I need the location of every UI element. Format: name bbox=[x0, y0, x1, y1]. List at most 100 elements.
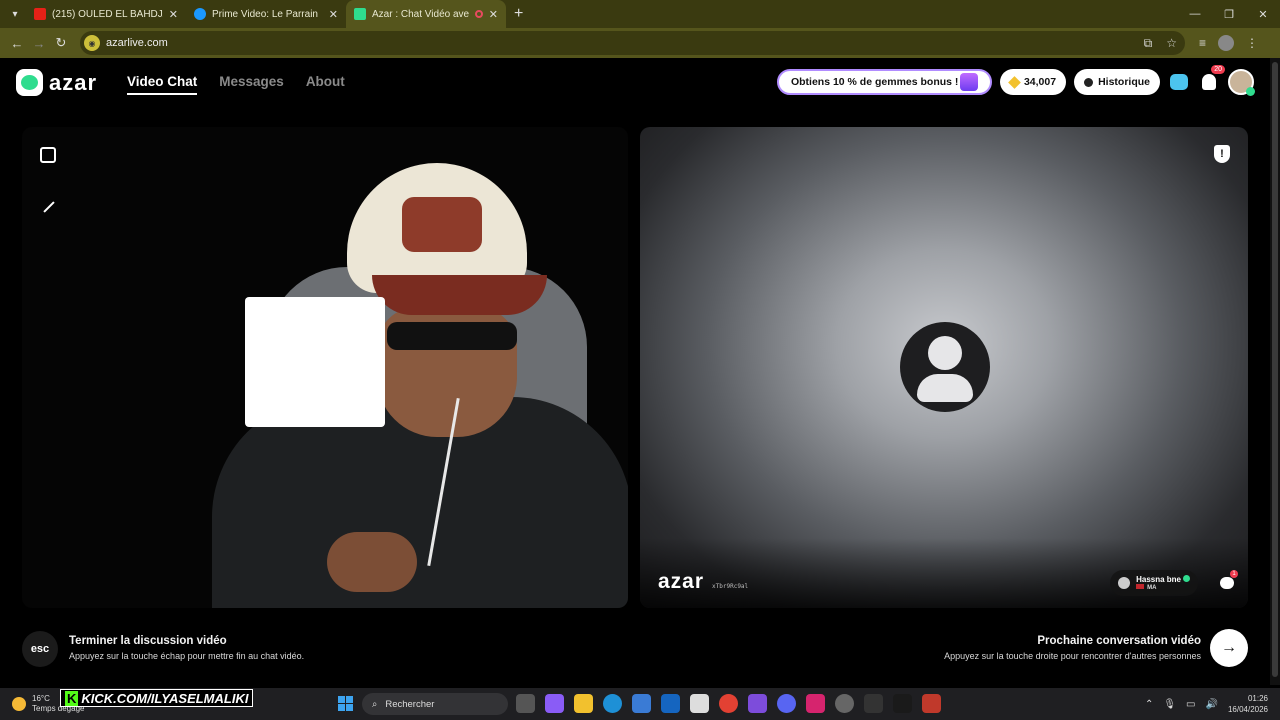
minimize-video-icon[interactable] bbox=[40, 147, 56, 163]
address-bar: ← → ↻ ◉ azarlive.com ⧉ ☆ ≡ ⋮ bbox=[0, 28, 1280, 58]
chevron-up-icon[interactable]: ⌃ bbox=[1145, 699, 1153, 710]
azar-logo-icon bbox=[16, 69, 43, 96]
tab-title: Prime Video: Le Parrain bbox=[212, 8, 318, 20]
gems-count: 34,007 bbox=[1023, 76, 1057, 88]
restore-button[interactable]: ❐ bbox=[1212, 0, 1246, 28]
stream-overlay-banner: K KICK.COM/ILYASELMALIKI bbox=[60, 689, 254, 707]
taskbar-apps bbox=[516, 694, 941, 713]
logo-text: azar bbox=[49, 69, 98, 95]
browser-tab-azar[interactable]: Azar : Chat Vidéo avec de n ✕ bbox=[346, 0, 506, 28]
face-filter-icon[interactable] bbox=[245, 297, 385, 427]
azar-icon bbox=[354, 8, 366, 20]
gem-icon bbox=[1008, 75, 1021, 89]
copilot-icon[interactable] bbox=[545, 694, 564, 713]
end-chat-subtitle: Appuyez sur la touche échap pour mettre … bbox=[69, 651, 305, 661]
profile-icon[interactable] bbox=[1218, 35, 1235, 51]
video-tools bbox=[40, 147, 385, 427]
chat-badge: 1 bbox=[1230, 570, 1238, 578]
chrome-icon[interactable] bbox=[719, 694, 738, 713]
start-button[interactable] bbox=[338, 696, 353, 711]
report-shield-icon[interactable]: ! bbox=[1214, 145, 1230, 163]
taskbar-search[interactable]: ⌕ Rechercher bbox=[362, 693, 508, 715]
minimize-button[interactable]: — bbox=[1178, 0, 1212, 28]
peer-info[interactable]: Hassna bne MA bbox=[1110, 570, 1198, 596]
edge-icon[interactable] bbox=[603, 694, 622, 713]
prime-video-icon bbox=[194, 8, 206, 20]
forward-button[interactable]: → bbox=[28, 32, 50, 54]
terminal-icon[interactable] bbox=[893, 694, 912, 713]
magic-wand-icon[interactable] bbox=[40, 199, 56, 215]
date: 16/04/2026 bbox=[1227, 705, 1268, 714]
clock[interactable]: 01:26 16/04/2026 bbox=[1228, 693, 1268, 715]
network-icon[interactable]: ▭ bbox=[1186, 699, 1195, 710]
end-chat-title: Terminer la discussion vidéo bbox=[69, 635, 227, 647]
bell-icon bbox=[1202, 74, 1216, 90]
app-icon[interactable] bbox=[864, 694, 883, 713]
main-nav: Video Chat Messages About bbox=[127, 74, 345, 95]
gems-balance-button[interactable]: 34,007 bbox=[999, 69, 1067, 95]
user-avatar[interactable] bbox=[1228, 69, 1255, 96]
promo-label: Obtiens 10 % de gemmes bonus ! bbox=[790, 76, 959, 88]
microphone-icon[interactable]: 🎙 bbox=[1163, 699, 1176, 710]
next-chat-button[interactable]: → bbox=[1210, 629, 1248, 667]
header-actions: Obtiens 10 % de gemmes bonus ! 34,007 Hi… bbox=[776, 65, 1255, 96]
end-chat-info: Terminer la discussion vidéo Appuyez sur… bbox=[69, 635, 304, 661]
tab-title: (215) OULED EL BAHDJA 2019 · bbox=[52, 8, 163, 20]
discord-icon[interactable] bbox=[777, 694, 796, 713]
reload-button[interactable]: ↻ bbox=[50, 32, 72, 54]
next-chat-info: Prochaine conversation vidéo Appuyez sur… bbox=[944, 635, 1201, 661]
peer-country: MA bbox=[1147, 585, 1157, 591]
app-icon[interactable] bbox=[835, 694, 854, 713]
app-a-icon[interactable] bbox=[806, 694, 825, 713]
azar-app: azar Video Chat Messages About Obtiens 1… bbox=[0, 58, 1270, 685]
recorder-icon[interactable] bbox=[922, 694, 941, 713]
back-button[interactable]: ← bbox=[6, 32, 28, 54]
arrow-right-icon: → bbox=[1221, 639, 1237, 656]
url-field[interactable]: ◉ azarlive.com ⧉ ☆ bbox=[80, 31, 1185, 55]
default-user-avatar-icon bbox=[900, 322, 990, 412]
site-info-icon[interactable]: ◉ bbox=[84, 35, 100, 51]
store-icon[interactable] bbox=[632, 694, 651, 713]
browser-tab-prime[interactable]: Prime Video: Le Parrain ✕ bbox=[186, 0, 346, 28]
end-chat-esc-button[interactable]: esc bbox=[22, 631, 58, 667]
close-icon[interactable]: ✕ bbox=[329, 8, 338, 21]
volume-icon[interactable]: 🔊 bbox=[1206, 699, 1218, 710]
nav-about[interactable]: About bbox=[306, 74, 345, 95]
peer-avatar-icon bbox=[1118, 577, 1131, 589]
watermark-id: xTbr9Rc9al bbox=[712, 583, 749, 590]
open-chat-button[interactable]: 1 bbox=[1216, 570, 1238, 594]
install-app-icon[interactable]: ⧉ bbox=[1144, 36, 1153, 51]
moon-icon bbox=[12, 697, 26, 711]
next-chat-title: Prochaine conversation vidéo bbox=[1037, 635, 1201, 647]
media-controls-icon[interactable]: ≡ bbox=[1199, 36, 1206, 50]
page-scrollbar[interactable] bbox=[1270, 58, 1280, 685]
file-explorer-icon[interactable] bbox=[574, 694, 593, 713]
search-placeholder: Rechercher bbox=[385, 698, 435, 710]
verified-icon bbox=[1183, 575, 1190, 582]
close-icon[interactable]: ✕ bbox=[169, 8, 178, 21]
history-label: Historique bbox=[1098, 76, 1150, 88]
tab-search-button[interactable]: ▾ bbox=[4, 4, 26, 24]
messages-button[interactable] bbox=[1168, 71, 1190, 93]
nav-messages[interactable]: Messages bbox=[219, 74, 284, 95]
window-controls: — ❐ ✕ bbox=[1178, 0, 1280, 28]
photos-icon[interactable] bbox=[690, 694, 709, 713]
bookmark-star-icon[interactable]: ☆ bbox=[1166, 36, 1177, 51]
outlook-icon[interactable] bbox=[661, 694, 680, 713]
browser-menu-icon[interactable]: ⋮ bbox=[1246, 36, 1258, 50]
notifications-button[interactable]: 20 bbox=[1198, 65, 1225, 93]
azar-logo[interactable]: azar bbox=[16, 69, 97, 96]
nav-video-chat[interactable]: Video Chat bbox=[127, 74, 198, 95]
new-tab-button[interactable]: + bbox=[514, 5, 523, 23]
flag-icon bbox=[1136, 584, 1145, 589]
game-icon[interactable] bbox=[748, 694, 767, 713]
url-text: azarlive.com bbox=[106, 37, 168, 49]
kick-icon: K bbox=[65, 690, 79, 706]
gem-bonus-promo-button[interactable]: Obtiens 10 % de gemmes bonus ! bbox=[776, 69, 992, 95]
task-view-icon[interactable] bbox=[516, 694, 535, 713]
window-close-button[interactable]: ✕ bbox=[1246, 0, 1280, 28]
search-icon: ⌕ bbox=[372, 698, 378, 710]
close-icon[interactable]: ✕ bbox=[489, 8, 498, 21]
browser-tab-youtube[interactable]: (215) OULED EL BAHDJA 2019 · ✕ bbox=[26, 0, 186, 28]
history-button[interactable]: Historique bbox=[1074, 69, 1160, 95]
